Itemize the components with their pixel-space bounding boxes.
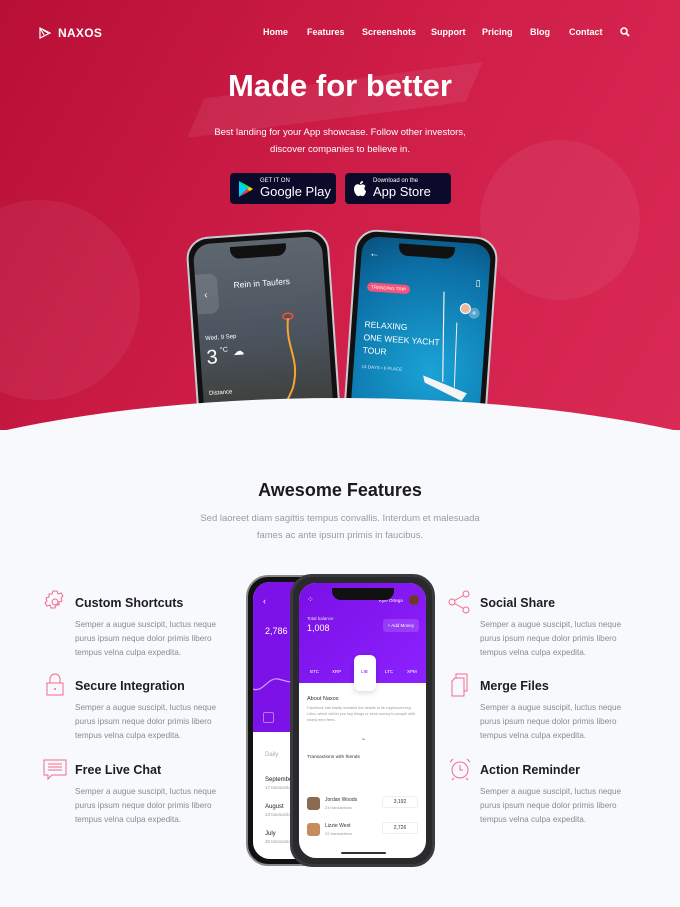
home-indicator <box>341 852 386 854</box>
nav-support[interactable]: Support <box>431 27 466 37</box>
friend-amount[interactable]: 3,192 <box>382 796 418 808</box>
chat-icon <box>43 759 67 781</box>
phone-notch <box>331 588 394 600</box>
files-icon <box>451 673 468 697</box>
feature-title: Social Share <box>480 596 556 610</box>
balance-label: Total balance <box>307 616 334 621</box>
temperature: 3 <box>205 346 219 370</box>
expand-chevron-icon[interactable]: ⌄ <box>361 735 366 742</box>
feature-custom-shortcuts: Custom Shortcuts Semper a augue suscipit… <box>43 590 216 660</box>
balance-value: 1,008 <box>307 623 330 633</box>
feature-title: Merge Files <box>480 679 549 693</box>
trending-badge: TRENDING TRIP <box>366 282 411 295</box>
nav-screenshots[interactable]: Screenshots <box>362 27 416 37</box>
nav-features[interactable]: Features <box>307 27 345 37</box>
menu-grid-icon[interactable]: ⁘ <box>307 595 314 604</box>
back-balance: 2,786 <box>265 626 288 636</box>
month-name: August <box>265 804 284 810</box>
search-icon[interactable] <box>620 27 630 37</box>
about-title: About Naxos <box>307 696 339 702</box>
coin-xrp[interactable]: XRP <box>332 669 341 674</box>
app-phone-front: ⁘ Kyle Ortega Total balance 1,008 + Add … <box>290 574 435 867</box>
friend-count: 24 transactions <box>325 805 353 810</box>
apple-icon <box>354 181 366 197</box>
feature-secure-integration: Secure Integration Semper a augue suscip… <box>43 673 216 743</box>
lock-icon <box>46 673 64 696</box>
google-play-icon <box>239 180 253 197</box>
hero-section: NAXOS Home Features Screenshots Support … <box>0 0 680 430</box>
features-subtitle-line: fames ac ante ipsum primis in faucibus. <box>256 530 424 541</box>
apple-big: App Store <box>373 184 431 199</box>
hero-subtitle-line: Best landing for your App showcase. Foll… <box>214 127 466 138</box>
yacht-image <box>423 291 467 402</box>
transactions-title: Transactions with friends <box>307 755 360 760</box>
friend-name: Jordan Woods <box>325 797 358 803</box>
gear-icon <box>44 590 64 609</box>
back-icon: ‹ <box>263 596 266 606</box>
feature-free-live-chat: Free Live Chat Semper a augue suscipit, … <box>43 759 216 827</box>
location-title: Rein in Taufers <box>233 276 291 290</box>
features-subtitle: Sed laoreet diam sagittis tempus convall… <box>0 510 680 544</box>
coin-xpm[interactable]: XPM <box>407 669 417 674</box>
filter-daily[interactable]: Daily <box>265 752 278 758</box>
feature-description: Semper a augue suscipit, luctus neque pu… <box>480 703 622 740</box>
coin-ltc[interactable]: LTC <box>385 669 393 674</box>
logo-icon <box>39 27 52 39</box>
feature-description: Semper a augue suscipit, luctus neque pu… <box>75 787 217 824</box>
about-text: Facebook has finally revealed the detail… <box>307 706 415 722</box>
feature-merge-files: Merge Files Semper a augue suscipit, luc… <box>448 673 621 743</box>
friend-amount[interactable]: 2,726 <box>382 822 418 834</box>
friend-avatar <box>307 823 320 836</box>
distance-label: Distance <box>208 389 233 397</box>
feature-action-reminder: Action Reminder Semper a augue suscipit,… <box>448 758 621 827</box>
app-store-button[interactable]: Download on the App Store <box>345 173 451 204</box>
feature-title: Action Reminder <box>480 763 581 777</box>
share-icon <box>448 590 470 614</box>
user-avatar[interactable] <box>409 595 419 605</box>
brand-name: NAXOS <box>58 26 103 40</box>
google-big: Google Play <box>260 184 331 199</box>
feature-description: Semper a augue suscipit, luctus neque pu… <box>480 787 622 824</box>
friend-name: Lizzie West <box>325 823 351 829</box>
hero-curve <box>0 398 680 430</box>
feature-description: Semper a augue suscipit, luctus neque pu… <box>75 620 217 657</box>
features-title: Awesome Features <box>258 480 422 500</box>
nav-blog[interactable]: Blog <box>530 27 550 37</box>
trip-meta: 14 DAYS • 6 PLACE <box>361 364 403 372</box>
coin-lib[interactable]: LIB <box>361 669 368 674</box>
nav-home[interactable]: Home <box>263 27 288 37</box>
hero-title: Made for better <box>228 68 452 103</box>
feature-social-share: Social Share Semper a augue suscipit, lu… <box>448 590 621 660</box>
feature-title: Secure Integration <box>75 679 185 693</box>
features-subtitle-line: Sed laoreet diam sagittis tempus convall… <box>200 513 480 524</box>
coin-btc[interactable]: BTC <box>310 669 319 674</box>
phone-notch <box>397 243 455 260</box>
cloud-icon: ☁ <box>232 345 245 359</box>
friend-avatar <box>307 797 320 810</box>
map-icon: ▯ <box>475 277 482 289</box>
friend-count: 22 transactions <box>325 831 353 836</box>
nav-contact[interactable]: Contact <box>569 27 603 37</box>
add-money-button[interactable]: + Add Money <box>382 619 419 632</box>
alarm-clock-icon <box>449 758 471 781</box>
weather-date: Wed, 9 Sep <box>205 333 237 343</box>
google-play-button[interactable]: GET IT ON Google Play <box>230 173 336 204</box>
feature-title: Free Live Chat <box>75 763 162 777</box>
hero-subtitle: Best landing for your App showcase. Foll… <box>0 124 680 158</box>
brand-logo[interactable]: NAXOS <box>38 26 102 40</box>
feature-description: Semper a augue suscipit, luctus neque pu… <box>480 620 622 657</box>
nav-pricing[interactable]: Pricing <box>482 27 513 37</box>
temperature-unit: °C <box>219 346 229 355</box>
feature-title: Custom Shortcuts <box>75 596 184 610</box>
back-icon: ‹ <box>203 289 208 302</box>
month-name: July <box>265 831 276 837</box>
phone-notch <box>229 243 287 260</box>
hero-subtitle-line: discover companies to believe in. <box>270 144 410 155</box>
feature-description: Semper a augue suscipit, luctus neque pu… <box>75 703 217 740</box>
back-arrow-icon: ← <box>369 248 380 260</box>
